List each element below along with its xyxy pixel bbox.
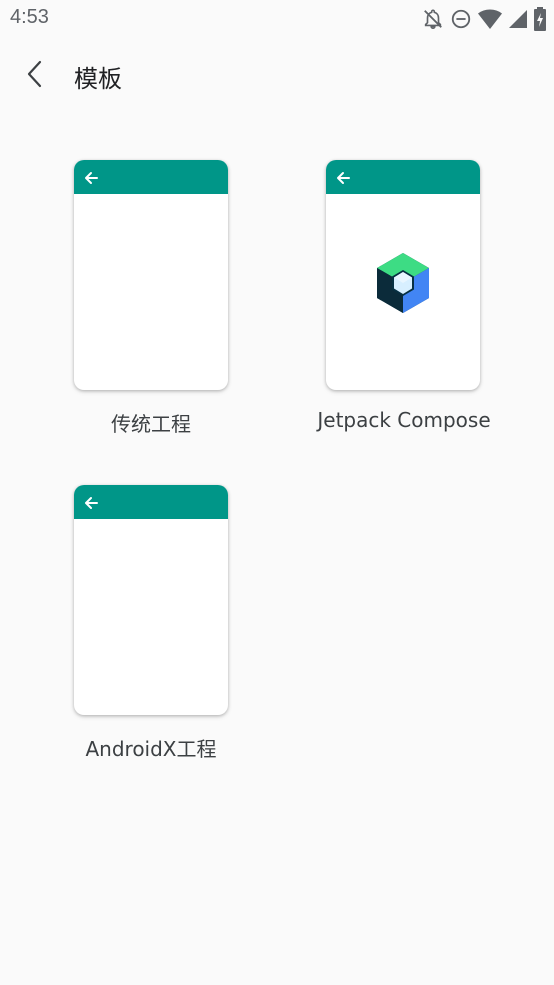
page-title: 模板 [74,65,122,93]
back-button[interactable] [14,55,56,97]
template-jetpack-compose[interactable]: Jetpack Compose [282,160,512,450]
template-preview-card[interactable] [326,160,480,390]
back-arrow-icon [336,170,350,189]
battery-charging-icon [534,7,546,31]
template-preview-card[interactable] [74,485,228,715]
template-appbar [326,160,480,194]
template-label: Jetpack Compose [317,408,491,432]
wifi-icon [478,8,502,30]
notifications-off-icon [422,8,444,30]
chevron-left-icon [25,60,45,92]
status-icons [422,7,546,31]
toolbar: 模板 [0,45,554,105]
template-label: AndroidX工程 [85,737,217,761]
back-arrow-icon [84,170,98,189]
do-not-disturb-icon [450,8,472,30]
template-traditional[interactable]: 传统工程 [30,160,260,450]
template-preview-card[interactable] [74,160,228,390]
cellular-icon [508,9,528,29]
template-appbar [74,485,228,519]
back-arrow-icon [84,495,98,514]
status-time: 4:53 [10,6,49,28]
template-appbar [74,160,228,194]
jetpack-compose-logo [375,252,431,318]
template-label: 传统工程 [111,412,191,436]
status-bar: 4:53 [0,0,554,38]
template-androidx[interactable]: AndroidX工程 [30,485,260,775]
